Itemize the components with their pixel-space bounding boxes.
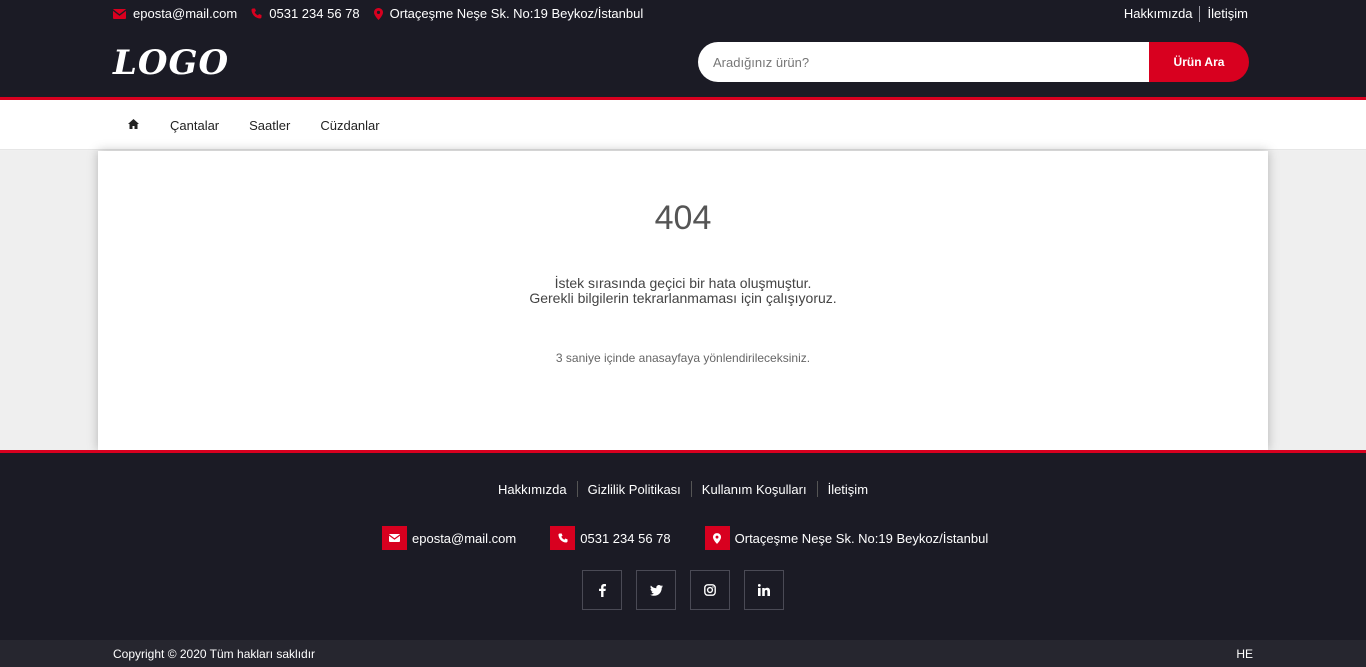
logo[interactable]: LOGO bbox=[113, 43, 229, 83]
map-marker-icon bbox=[373, 7, 383, 20]
top-email[interactable]: eposta@mail.com bbox=[113, 6, 237, 21]
linkedin-icon[interactable] bbox=[744, 570, 784, 610]
top-contacts: eposta@mail.com 0531 234 56 78 Ortaçeşme… bbox=[113, 6, 643, 21]
top-link-about[interactable]: Hakkımızda bbox=[1124, 6, 1193, 21]
envelope-icon bbox=[113, 8, 126, 19]
error-message-line-1: İstek sırasında geçici bir hata oluşmuşt… bbox=[554, 275, 812, 291]
header: LOGO Ürün Ara bbox=[0, 27, 1366, 97]
footer-link-privacy[interactable]: Gizlilik Politikası bbox=[588, 482, 681, 497]
search-button[interactable]: Ürün Ara bbox=[1149, 42, 1249, 82]
twitter-icon[interactable] bbox=[636, 570, 676, 610]
footer-links: Hakkımızda Gizlilik Politikası Kullanım … bbox=[0, 481, 1366, 497]
footer-contacts: eposta@mail.com 0531 234 56 78 Ortaçeşme… bbox=[382, 526, 1022, 550]
error-message-line-2: Gerekli bilgilerin tekrarlanmaması için … bbox=[529, 290, 837, 306]
error-panel: 404 İstek sırasında geçici bir hata oluş… bbox=[98, 151, 1268, 450]
social-links bbox=[582, 570, 784, 610]
top-address[interactable]: Ortaçeşme Neşe Sk. No:19 Beykoz/İstanbul bbox=[373, 6, 643, 21]
divider bbox=[576, 481, 578, 497]
nav-item-wallets[interactable]: Cüzdanlar bbox=[320, 118, 379, 133]
error-message: İstek sırasında geçici bir hata oluşmuşt… bbox=[98, 276, 1268, 306]
footer-link-contact[interactable]: İletişim bbox=[828, 482, 868, 497]
copyright-bar: Copyright © 2020 Tüm hakları saklıdır HE bbox=[0, 640, 1366, 667]
nav-item-watches[interactable]: Saatler bbox=[249, 118, 290, 133]
top-links: Hakkımızda İletişim bbox=[1124, 5, 1248, 22]
home-icon[interactable] bbox=[128, 119, 140, 131]
footer-email[interactable]: eposta@mail.com bbox=[382, 526, 516, 550]
main-nav: Çantalar Saatler Cüzdanlar bbox=[0, 100, 1366, 150]
search-input[interactable] bbox=[698, 42, 1149, 82]
facebook-icon[interactable] bbox=[582, 570, 622, 610]
map-marker-icon bbox=[704, 526, 730, 550]
divider bbox=[816, 481, 818, 497]
envelope-icon bbox=[382, 526, 407, 550]
nav-item-bags[interactable]: Çantalar bbox=[170, 118, 219, 133]
top-link-contact[interactable]: İletişim bbox=[1208, 6, 1248, 21]
phone-icon bbox=[251, 8, 262, 19]
developer-badge[interactable]: HE bbox=[1236, 647, 1253, 661]
copyright-text: Copyright © 2020 Tüm hakları saklıdır bbox=[113, 647, 316, 661]
phone-icon bbox=[550, 526, 576, 550]
footer-link-terms[interactable]: Kullanım Koşulları bbox=[702, 482, 807, 497]
redirect-notice: 3 saniye içinde anasayfaya yönlendirilec… bbox=[555, 351, 811, 365]
error-code: 404 bbox=[654, 199, 712, 237]
divider bbox=[1198, 5, 1200, 22]
footer-address[interactable]: Ortaçeşme Neşe Sk. No:19 Beykoz/İstanbul bbox=[704, 526, 988, 550]
search-form: Ürün Ara bbox=[698, 42, 1249, 82]
instagram-icon[interactable] bbox=[690, 570, 730, 610]
footer-link-about[interactable]: Hakkımızda bbox=[498, 482, 567, 497]
top-phone[interactable]: 0531 234 56 78 bbox=[251, 6, 360, 21]
top-bar: eposta@mail.com 0531 234 56 78 Ortaçeşme… bbox=[0, 0, 1366, 27]
footer-phone[interactable]: 0531 234 56 78 bbox=[550, 526, 671, 550]
divider bbox=[690, 481, 692, 497]
footer: Hakkımızda Gizlilik Politikası Kullanım … bbox=[0, 453, 1366, 640]
